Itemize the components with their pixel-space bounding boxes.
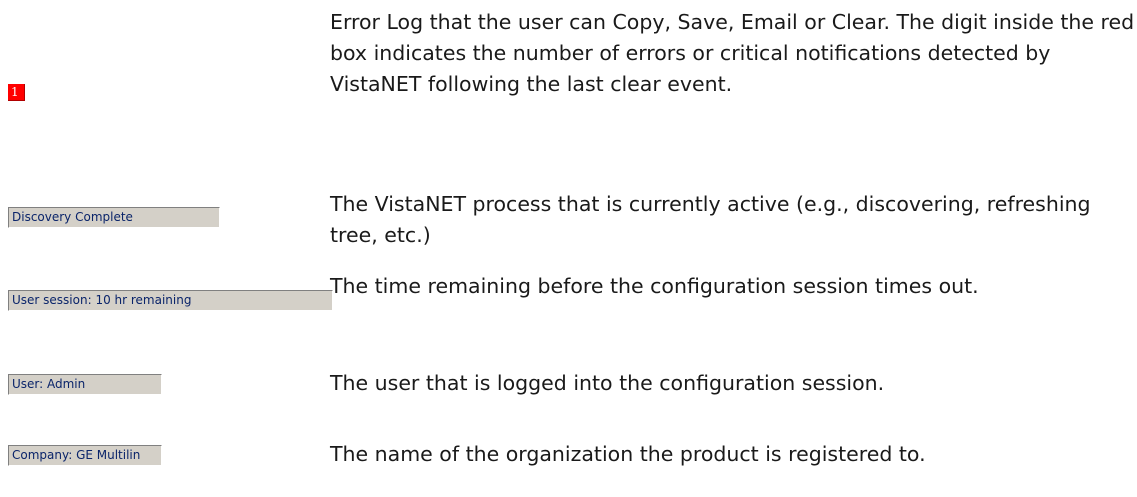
process-status-description: The VistaNET process that is currently a… xyxy=(330,192,1091,247)
process-status-field: Discovery Complete xyxy=(8,207,220,228)
company-description: The name of the organization the product… xyxy=(330,442,926,466)
user-field: User: Admin xyxy=(8,374,162,395)
error-count-badge[interactable]: 1 xyxy=(8,84,25,101)
company-field: Company: GE Multilin xyxy=(8,445,162,466)
session-time-field: User session: 10 hr remaining xyxy=(8,290,333,311)
error-log-description: Error Log that the user can Copy, Save, … xyxy=(330,10,1135,96)
user-description: The user that is logged into the configu… xyxy=(330,371,885,395)
session-time-description: The time remaining before the configurat… xyxy=(330,274,979,298)
